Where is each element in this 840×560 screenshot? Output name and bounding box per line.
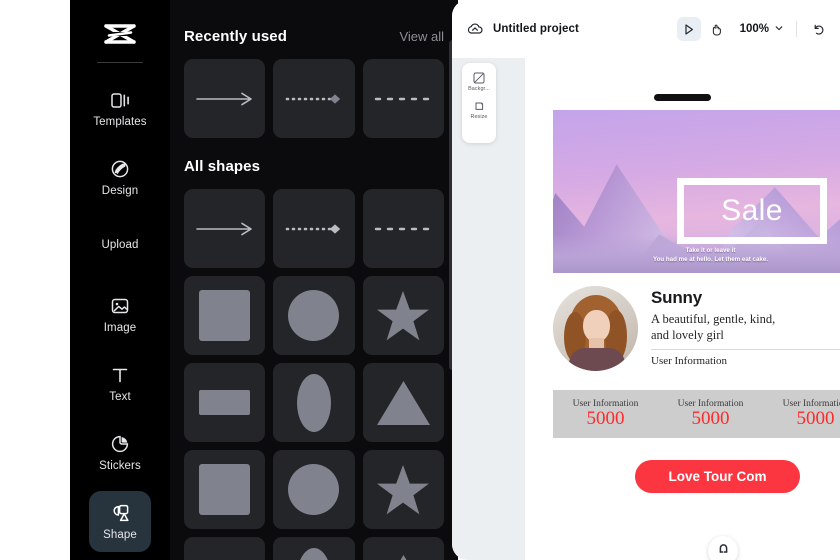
- capcut-logo-icon[interactable]: [98, 20, 142, 53]
- stat-value: 5000: [586, 407, 625, 429]
- cursor-play-icon[interactable]: [676, 17, 701, 41]
- hand-icon[interactable]: [705, 17, 729, 41]
- sidebar-item-label: Image: [103, 322, 137, 335]
- resize-label: Resize: [470, 114, 488, 121]
- cloud-save-icon: [466, 20, 484, 38]
- sidebar-item-stickers[interactable]: Stickers: [89, 422, 151, 483]
- shape-circle[interactable]: [273, 450, 355, 529]
- background-button[interactable]: Backgr...: [463, 71, 495, 92]
- background-icon: [472, 71, 486, 85]
- undo-icon[interactable]: [806, 17, 830, 41]
- zoom-control[interactable]: 100%: [733, 20, 787, 38]
- resize-icon: [472, 99, 486, 113]
- stat-item: User Information 5000: [658, 399, 763, 430]
- sidebar-item-label: Stickers: [99, 460, 141, 473]
- shape-arrow-line[interactable]: [184, 189, 266, 268]
- profile-description: A beautiful, gentle, kind, and lovely gi…: [651, 311, 840, 343]
- editor-surface: Untitled project 100% Backgr... Resize S…: [452, 0, 840, 560]
- sale-headline: Sale: [721, 194, 783, 227]
- toolbar-divider: [796, 21, 797, 37]
- app-root: Templates Design Upload Image Text Stick…: [0, 0, 840, 560]
- canvas-area[interactable]: Backgr... Resize Sale Take it or leave i…: [452, 58, 840, 560]
- stat-value: 5000: [691, 407, 730, 429]
- avatar-body: [569, 348, 625, 371]
- stickers-icon: [108, 432, 132, 456]
- recently-used-grid: [184, 59, 444, 138]
- text-icon: [108, 363, 132, 387]
- templates-icon: [108, 88, 132, 112]
- sidebar-item-templates[interactable]: Templates: [89, 77, 151, 138]
- shape-star[interactable]: [362, 276, 444, 355]
- shape-icon: [108, 501, 132, 525]
- shape-triangle[interactable]: [362, 537, 444, 560]
- left-nav-rail: Templates Design Upload Image Text Stick…: [70, 0, 170, 560]
- all-shapes-title: All shapes: [184, 158, 261, 175]
- shape-circle[interactable]: [273, 276, 355, 355]
- sidebar-item-image[interactable]: Image: [89, 284, 151, 345]
- sidebar-item-text[interactable]: Text: [89, 353, 151, 414]
- shape-ellipse-vertical[interactable]: [273, 537, 355, 560]
- shape-dashed-line[interactable]: [362, 189, 444, 268]
- rail-divider: [97, 62, 143, 64]
- shape-arrow-line[interactable]: [184, 59, 266, 138]
- hero-caption-line1: Take it or leave it: [685, 246, 736, 254]
- editor-topbar: Untitled project 100%: [452, 0, 840, 58]
- hero-caption-line2: You had me at hello. Let them eat cake.: [652, 256, 769, 264]
- avatar: [553, 286, 638, 371]
- design-card[interactable]: Sale Take it or leave it You had me at h…: [525, 58, 840, 560]
- sidebar-item-design[interactable]: Design: [89, 146, 151, 207]
- image-icon: [108, 294, 132, 318]
- shape-triangle[interactable]: [362, 363, 444, 442]
- view-all-link[interactable]: View all: [399, 29, 444, 44]
- stat-item: User Information 5000: [553, 399, 658, 430]
- shape-rectangle[interactable]: [184, 363, 266, 442]
- profile-text: Sunny A beautiful, gentle, kind, and lov…: [638, 286, 840, 378]
- resize-button[interactable]: Resize: [463, 99, 495, 120]
- stat-value: 5000: [796, 407, 835, 429]
- profile-block[interactable]: Sunny A beautiful, gentle, kind, and lov…: [553, 286, 840, 378]
- recently-used-header: Recently used View all: [184, 0, 444, 59]
- profile-name: Sunny: [651, 288, 702, 307]
- project-title[interactable]: Untitled project: [493, 23, 579, 35]
- hero-caption: Take it or leave it You had me at hello.…: [553, 246, 840, 265]
- sidebar-item-upload[interactable]: Upload: [89, 215, 151, 276]
- stat-item: User Information 5000: [763, 399, 840, 430]
- all-shapes-grid: [184, 189, 444, 560]
- chevron-down-icon: [774, 20, 784, 38]
- shape-square[interactable]: [184, 276, 266, 355]
- top-pill-handle: [654, 94, 711, 101]
- sidebar-item-label: Templates: [93, 115, 147, 128]
- zoom-value: 100%: [739, 23, 769, 35]
- sidebar-item-shape[interactable]: Shape: [89, 491, 151, 552]
- shapes-panel: Recently used View all All shapes: [170, 0, 458, 560]
- shape-dotted-line-diamond[interactable]: [273, 59, 355, 138]
- canvas-mini-toolbar: Backgr... Resize: [462, 63, 496, 143]
- editor-toolbar: 100%: [676, 17, 830, 41]
- design-brush-icon: [108, 157, 132, 181]
- profile-divider: [651, 349, 840, 351]
- all-shapes-header: All shapes: [184, 138, 444, 189]
- love-tour-com-button[interactable]: Love Tour Com: [635, 460, 800, 493]
- recently-used-title: Recently used: [184, 28, 288, 45]
- shape-star[interactable]: [362, 450, 444, 529]
- shape-dotted-line-diamond[interactable]: [273, 189, 355, 268]
- profile-description-line1: A beautiful, gentle, kind,: [651, 312, 776, 327]
- hero-image[interactable]: Sale Take it or leave it You had me at h…: [553, 110, 840, 273]
- sidebar-item-label: Text: [109, 391, 131, 404]
- shape-ellipse-vertical[interactable]: [273, 363, 355, 442]
- profile-description-line2: and lovely girl: [651, 328, 724, 343]
- stats-bar[interactable]: User Information 5000 User Information 5…: [553, 390, 840, 438]
- magnet-icon-button[interactable]: [708, 536, 738, 560]
- sidebar-item-label: Design: [101, 184, 139, 197]
- shape-square[interactable]: [184, 450, 266, 529]
- background-label: Backgr...: [468, 86, 490, 92]
- shapes-panel-inner: Recently used View all All shapes: [170, 0, 458, 560]
- shape-dashed-line[interactable]: [362, 59, 444, 138]
- sidebar-item-label: Upload: [101, 239, 139, 251]
- sidebar-item-label: Shape: [103, 529, 137, 542]
- shape-rectangle[interactable]: [184, 537, 266, 560]
- profile-subtitle: User Information: [651, 355, 728, 368]
- magnet-icon: [717, 542, 730, 560]
